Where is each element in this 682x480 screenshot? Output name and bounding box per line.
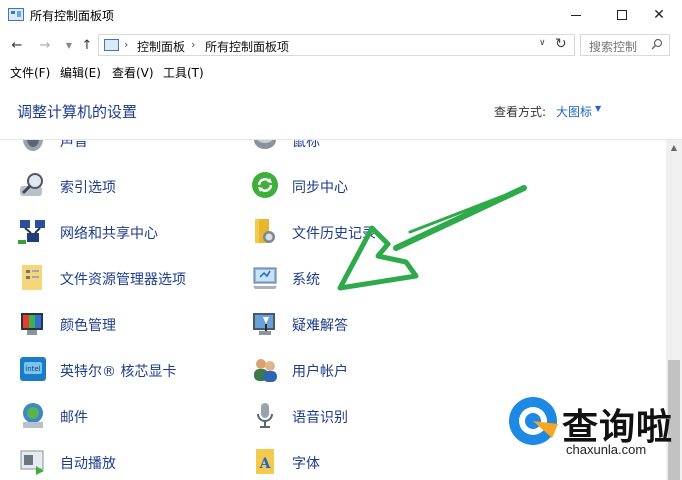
item-label: 邮件	[60, 410, 88, 426]
intel-graphics-icon: intel	[20, 357, 46, 381]
search-input[interactable]: 搜索控制	[580, 34, 670, 56]
list-item-color-management[interactable]: 颜色管理	[18, 304, 238, 344]
sync-icon	[252, 172, 278, 198]
fonts-icon: A	[256, 449, 274, 474]
watermark: 查询啦 chaxunla.com	[506, 394, 676, 466]
list-item-mail[interactable]: 邮件	[18, 396, 238, 436]
list-item-indexing[interactable]: 索引选项	[18, 166, 238, 206]
menu-file[interactable]: 文件(F)	[10, 64, 50, 81]
speaker-icon	[23, 140, 43, 151]
breadcrumb-control-panel[interactable]: 控制面板	[137, 38, 185, 55]
minimize-button[interactable]	[553, 0, 599, 30]
menu-edit[interactable]: 编辑(E)	[60, 64, 101, 81]
view-by-label: 查看方式:	[494, 105, 547, 119]
breadcrumb-separator-icon: ›	[124, 38, 129, 51]
list-item-system[interactable]: 系统	[250, 258, 470, 298]
network-icon	[18, 220, 45, 244]
title-bar: 所有控制面板项 ✕	[0, 0, 682, 30]
chaxunla-logo-icon	[509, 397, 558, 445]
item-label: 英特尔® 核芯显卡	[60, 364, 177, 380]
up-arrow-icon: ↑	[81, 37, 93, 53]
breadcrumb-separator-icon: ›	[191, 38, 196, 51]
maximize-icon	[617, 10, 627, 20]
item-label: 用户帐户	[292, 364, 348, 380]
item-label: 语音识别	[292, 410, 348, 426]
chevron-down-icon: ▼	[65, 40, 73, 50]
refresh-icon[interactable]: ↻	[555, 36, 567, 52]
item-label: 疑难解答	[292, 318, 348, 334]
forward-button[interactable]: →	[36, 36, 54, 54]
search-icon	[651, 38, 663, 50]
item-label: 同步中心	[292, 180, 348, 196]
item-label: 声音	[60, 140, 88, 150]
mouse-icon	[254, 140, 276, 149]
list-item-fonts[interactable]: A 字体	[250, 442, 470, 480]
file-history-icon	[255, 219, 275, 243]
computer-icon	[253, 267, 277, 289]
search-placeholder: 搜索控制	[589, 40, 638, 54]
page-header: 调整计算机的设置 查看方式: 大图标 ▼	[0, 84, 682, 140]
item-label: 鼠标	[292, 140, 320, 150]
list-item-troubleshooting[interactable]: 疑难解答	[250, 304, 470, 344]
item-label: 系统	[292, 272, 320, 288]
list-item-mouse[interactable]: 鼠标	[250, 140, 470, 160]
item-label: 文件资源管理器选项	[60, 272, 186, 288]
address-dropdown-icon[interactable]: ∨	[539, 38, 546, 48]
close-icon: ✕	[653, 7, 665, 23]
list-item-explorer-options[interactable]: 文件资源管理器选项	[18, 258, 238, 298]
scroll-up-icon[interactable]: ▲	[666, 140, 682, 156]
address-bar[interactable]: › 控制面板 › 所有控制面板项 ∨ ↻	[98, 34, 575, 56]
list-item-network-sharing[interactable]: 网络和共享中心	[18, 212, 238, 252]
list-item-sync-center[interactable]: 同步中心	[250, 166, 470, 206]
mail-icon	[23, 403, 43, 428]
item-label: 颜色管理	[60, 318, 116, 334]
address-row: ← → ▼ ↑ › 控制面板 › 所有控制面板项 ∨ ↻ 搜索控制	[0, 30, 682, 60]
user-accounts-icon	[254, 359, 277, 382]
list-item-file-history[interactable]: 文件历史记录	[250, 212, 470, 252]
troubleshooting-icon	[253, 313, 275, 335]
close-button[interactable]: ✕	[636, 0, 682, 30]
control-panel-icon	[104, 39, 119, 51]
color-management-icon	[21, 313, 43, 335]
item-label: 字体	[292, 456, 320, 472]
page-title: 调整计算机的设置	[17, 103, 138, 121]
control-panel-icon	[8, 8, 24, 21]
list-item-intel-graphics[interactable]: intel 英特尔® 核芯显卡	[18, 350, 238, 390]
view-by-dropdown[interactable]: 大图标	[556, 103, 592, 120]
list-item-sound[interactable]: 声音	[18, 140, 238, 160]
folder-options-icon	[22, 265, 42, 290]
back-arrow-icon: ←	[11, 37, 23, 53]
menu-view[interactable]: 查看(V)	[112, 64, 154, 81]
autoplay-icon	[20, 450, 44, 475]
window-title: 所有控制面板项	[30, 9, 115, 23]
item-label: 索引选项	[60, 180, 116, 196]
list-item-speech-recognition[interactable]: 语音识别	[250, 396, 470, 436]
list-item-autoplay[interactable]: 自动播放	[18, 442, 238, 480]
watermark-url: chaxunla.com	[566, 442, 647, 457]
back-button[interactable]: ←	[8, 36, 26, 54]
up-button[interactable]: ↑	[78, 36, 96, 54]
svg-text:A: A	[259, 456, 272, 472]
minimize-icon	[571, 14, 581, 16]
caret-down-icon[interactable]: ▼	[595, 104, 601, 113]
list-item-user-accounts[interactable]: 用户帐户	[250, 350, 470, 390]
microphone-icon	[257, 403, 273, 428]
menu-bar: 文件(F) 编辑(E) 查看(V) 工具(T)	[0, 62, 682, 82]
menu-tools[interactable]: 工具(T)	[163, 64, 204, 81]
recent-locations-button[interactable]: ▼	[60, 36, 78, 54]
item-label: 文件历史记录	[292, 226, 376, 242]
item-label: 网络和共享中心	[60, 226, 158, 242]
svg-text:intel: intel	[25, 365, 40, 373]
forward-arrow-icon: →	[39, 37, 51, 53]
item-label: 自动播放	[60, 456, 116, 472]
breadcrumb-all-items[interactable]: 所有控制面板项	[205, 38, 289, 55]
magnifier-icon	[20, 173, 43, 196]
